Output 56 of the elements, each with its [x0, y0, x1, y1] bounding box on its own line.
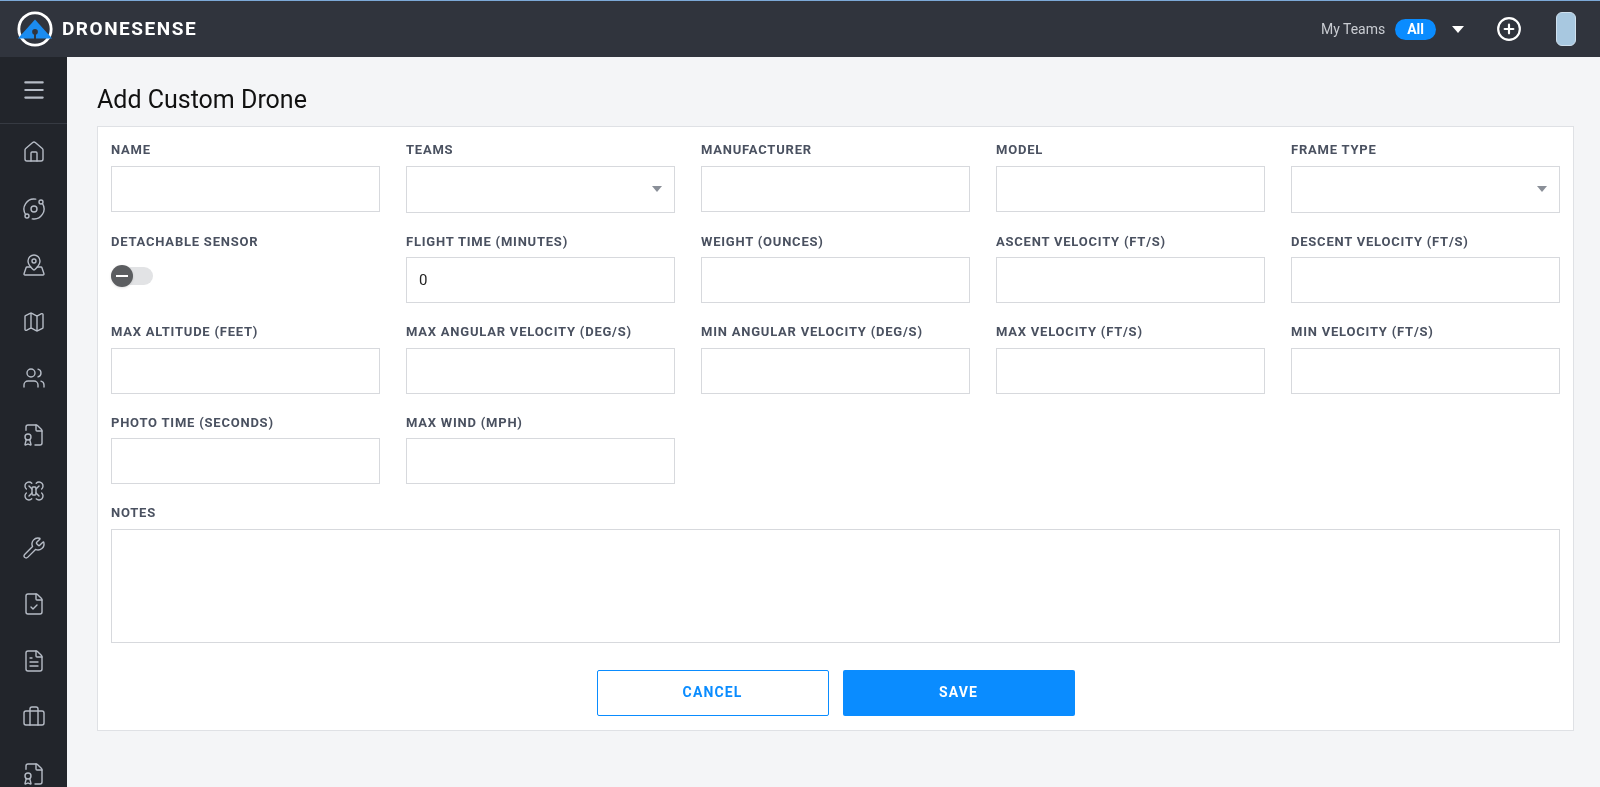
certificate-icon[interactable] — [21, 761, 46, 786]
field-label: MODEL — [996, 141, 1045, 159]
users-icon[interactable] — [21, 366, 46, 391]
input-field[interactable] — [701, 165, 970, 212]
dropdown-field[interactable] — [406, 165, 675, 213]
caret-icon — [1537, 186, 1547, 192]
save-button[interactable]: SAVE — [842, 669, 1075, 716]
input-field[interactable] — [111, 438, 380, 484]
field-label: NAME — [111, 141, 152, 159]
brand-name: DRONESENSE — [62, 15, 198, 42]
logo-icon — [16, 10, 54, 48]
cancel-button[interactable]: CANCEL — [596, 669, 829, 716]
notes-field[interactable] — [111, 528, 1560, 643]
page-title: Add Custom Drone — [97, 84, 308, 116]
field-label: DETACHABLE SENSOR — [111, 232, 260, 251]
certificate-icon[interactable] — [21, 422, 46, 447]
field-label: MAX ALTITUDE (FEET) — [111, 323, 260, 341]
field-label: MANUFACTURER — [701, 141, 813, 159]
field-label: FRAME TYPE — [1291, 141, 1378, 159]
input-field[interactable] — [701, 347, 970, 394]
dropdown-field[interactable] — [1291, 165, 1560, 213]
teams-filter-pill[interactable]: All — [1395, 18, 1436, 40]
input-field[interactable] — [996, 257, 1265, 303]
drone-icon[interactable] — [21, 479, 46, 504]
map-pin-icon[interactable] — [21, 253, 46, 278]
field-label: MIN ANGULAR VELOCITY (DEG/S) — [701, 323, 924, 341]
field-label: MAX ANGULAR VELOCITY (DEG/S) — [406, 323, 633, 341]
teams-label: My Teams — [1320, 19, 1386, 39]
input-field[interactable] — [406, 438, 675, 484]
input-field[interactable] — [111, 165, 380, 212]
field-label: DESCENT VELOCITY (FT/S) — [1291, 232, 1470, 251]
add-icon[interactable] — [1496, 16, 1522, 42]
input-field[interactable] — [111, 347, 380, 394]
orbit-icon[interactable] — [21, 196, 46, 221]
wrench-icon[interactable] — [21, 535, 46, 560]
avatar[interactable] — [1556, 12, 1576, 46]
field-label: MIN VELOCITY (FT/S) — [1291, 323, 1435, 341]
field-label: FLIGHT TIME (MINUTES) — [406, 232, 569, 251]
home-icon[interactable] — [21, 140, 46, 165]
caret-icon — [652, 186, 662, 192]
input-field[interactable] — [406, 347, 675, 394]
field-label: ASCENT VELOCITY (FT/S) — [996, 232, 1167, 251]
field-label: MAX VELOCITY (FT/S) — [996, 323, 1144, 341]
input-field[interactable] — [1291, 257, 1560, 303]
field-label: WEIGHT (OUNCES) — [701, 232, 825, 251]
field-label: NOTES — [111, 504, 157, 522]
field-label: TEAMS — [406, 141, 455, 159]
field-label: MAX WIND (MPH) — [406, 413, 524, 432]
input-field[interactable] — [701, 257, 970, 303]
caret-icon[interactable] — [1452, 25, 1464, 33]
input-field[interactable] — [996, 165, 1265, 212]
toggle-switch[interactable] — [111, 267, 153, 285]
field-label: PHOTO TIME (SECONDS) — [111, 413, 275, 432]
input-field[interactable] — [1291, 347, 1560, 394]
input-field[interactable] — [996, 347, 1265, 394]
input-field[interactable]: 0 — [406, 257, 675, 303]
